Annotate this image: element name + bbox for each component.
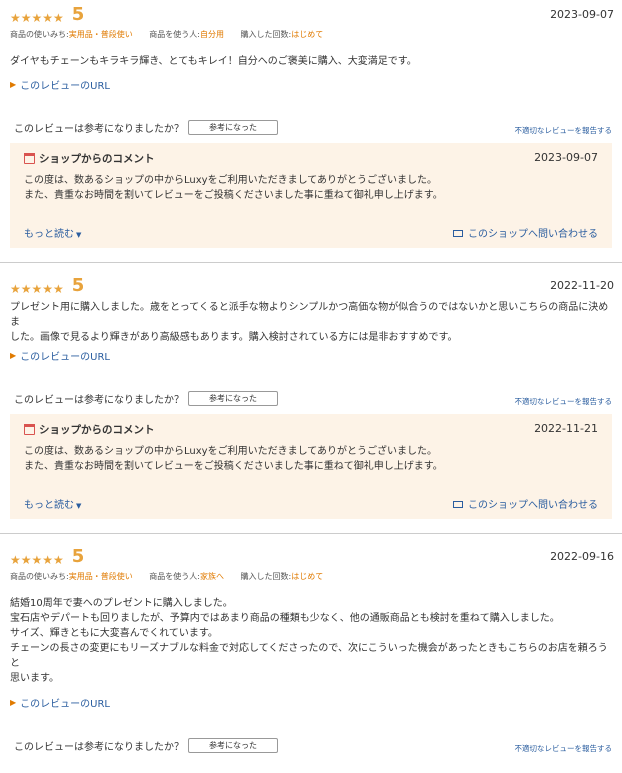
review-meta: 商品の使いみち:実用品・普段使い 商品を使う人:自分用 購入した回数:はじめて <box>10 30 324 39</box>
helpful-button[interactable]: 参考になった <box>188 391 278 406</box>
chevron-down-icon: ▼ <box>76 231 82 239</box>
review-body: プレゼント用に購入しました。歳をとってくると派手な物よりシンプルかつ高価な物が似… <box>10 302 609 343</box>
report-link[interactable]: 不適切なレビューを報告する <box>515 743 613 754</box>
shop-comment-body: この度は、数あるショップの中からLuxyをご利用いただきましてありがとうございま… <box>24 175 443 201</box>
arrow-right-icon: ▶ <box>10 351 17 360</box>
rating-score: 5 <box>71 546 85 567</box>
review-body: 結婚10周年で妻へのプレゼントに購入しました。 宝石店やデパートも回りましたが、… <box>10 598 608 684</box>
report-link[interactable]: 不適切なレビューを報告する <box>515 125 613 136</box>
report-link[interactable]: 不適切なレビューを報告する <box>515 396 613 407</box>
helpful-row: このレビューは参考になりましたか？ 参考になった 不適切なレビューを報告する <box>10 391 612 406</box>
review-date: 2023-09-07 <box>550 8 614 21</box>
shop-comment-footer: もっと読む ▼ このショップへ問い合わせる <box>24 496 598 511</box>
star-rating: ★★★★★ <box>10 11 64 25</box>
shop-comment-date: 2023-09-07 <box>534 151 598 164</box>
arrow-right-icon: ▶ <box>10 698 17 707</box>
star-rating: ★★★★★ <box>10 282 64 296</box>
review-date: 2022-11-20 <box>550 279 614 292</box>
helpful-question: このレビューは参考になりましたか？ <box>14 395 184 406</box>
read-more-link[interactable]: もっと読む ▼ <box>24 496 81 511</box>
review-item: ★★★★★ 5 2022-09-16 商品の使いみち:実用品・普段使い 商品を使… <box>0 534 622 753</box>
review-header: ★★★★★ 5 2022-09-16 <box>10 544 614 567</box>
mail-icon <box>453 501 463 508</box>
contact-shop-link[interactable]: このショップへ問い合わせる <box>453 225 598 240</box>
review-header: ★★★★★ 5 2022-11-20 <box>10 273 614 296</box>
helpful-row: このレビューは参考になりましたか？ 参考になった 不適切なレビューを報告する <box>10 120 612 135</box>
review-item: ★★★★★ 5 2023-09-07 商品の使いみち:実用品・普段使い 商品を使… <box>0 0 622 248</box>
shop-comment-header: ショップからのコメント <box>24 422 598 437</box>
review-meta: 商品の使いみち:実用品・普段使い 商品を使う人:家族へ 購入した回数:はじめて <box>10 572 324 581</box>
rating-score: 5 <box>71 4 85 25</box>
helpful-question: このレビューは参考になりましたか？ <box>14 742 184 753</box>
shop-comment: ショップからのコメント 2022-11-21 この度は、数あるショップの中からL… <box>10 414 612 519</box>
shop-icon <box>24 153 35 164</box>
helpful-question: このレビューは参考になりましたか？ <box>14 124 184 135</box>
review-header: ★★★★★ 5 2023-09-07 <box>10 2 614 25</box>
shop-comment-date: 2022-11-21 <box>534 422 598 435</box>
chevron-down-icon: ▼ <box>76 502 82 510</box>
review-item: ★★★★★ 5 2022-11-20 プレゼント用に購入しました。歳をとってくる… <box>0 263 622 519</box>
review-url-link[interactable]: ▶ このレビューのURL <box>10 695 612 710</box>
rating-score: 5 <box>71 275 85 296</box>
mail-icon <box>453 230 463 237</box>
arrow-right-icon: ▶ <box>10 80 17 89</box>
read-more-link[interactable]: もっと読む ▼ <box>24 225 81 240</box>
contact-shop-link[interactable]: このショップへ問い合わせる <box>453 496 598 511</box>
review-body: ダイヤもチェーンもキラキラ輝き、とてもキレイ！自分へのご褒美に購入、大変満足です… <box>10 56 417 67</box>
review-date: 2022-09-16 <box>550 550 614 563</box>
shop-comment-header: ショップからのコメント <box>24 151 598 166</box>
shop-icon <box>24 424 35 435</box>
shop-comment: ショップからのコメント 2023-09-07 この度は、数あるショップの中からL… <box>10 143 612 248</box>
review-url-link[interactable]: ▶ このレビューのURL <box>10 77 612 92</box>
shop-comment-footer: もっと読む ▼ このショップへ問い合わせる <box>24 225 598 240</box>
helpful-button[interactable]: 参考になった <box>188 738 278 753</box>
helpful-button[interactable]: 参考になった <box>188 120 278 135</box>
star-rating: ★★★★★ <box>10 553 64 567</box>
helpful-row: このレビューは参考になりましたか？ 参考になった 不適切なレビューを報告する <box>10 738 612 753</box>
review-url-link[interactable]: ▶ このレビューのURL <box>10 348 612 363</box>
shop-comment-body: この度は、数あるショップの中からLuxyをご利用いただきましてありがとうございま… <box>24 446 443 472</box>
